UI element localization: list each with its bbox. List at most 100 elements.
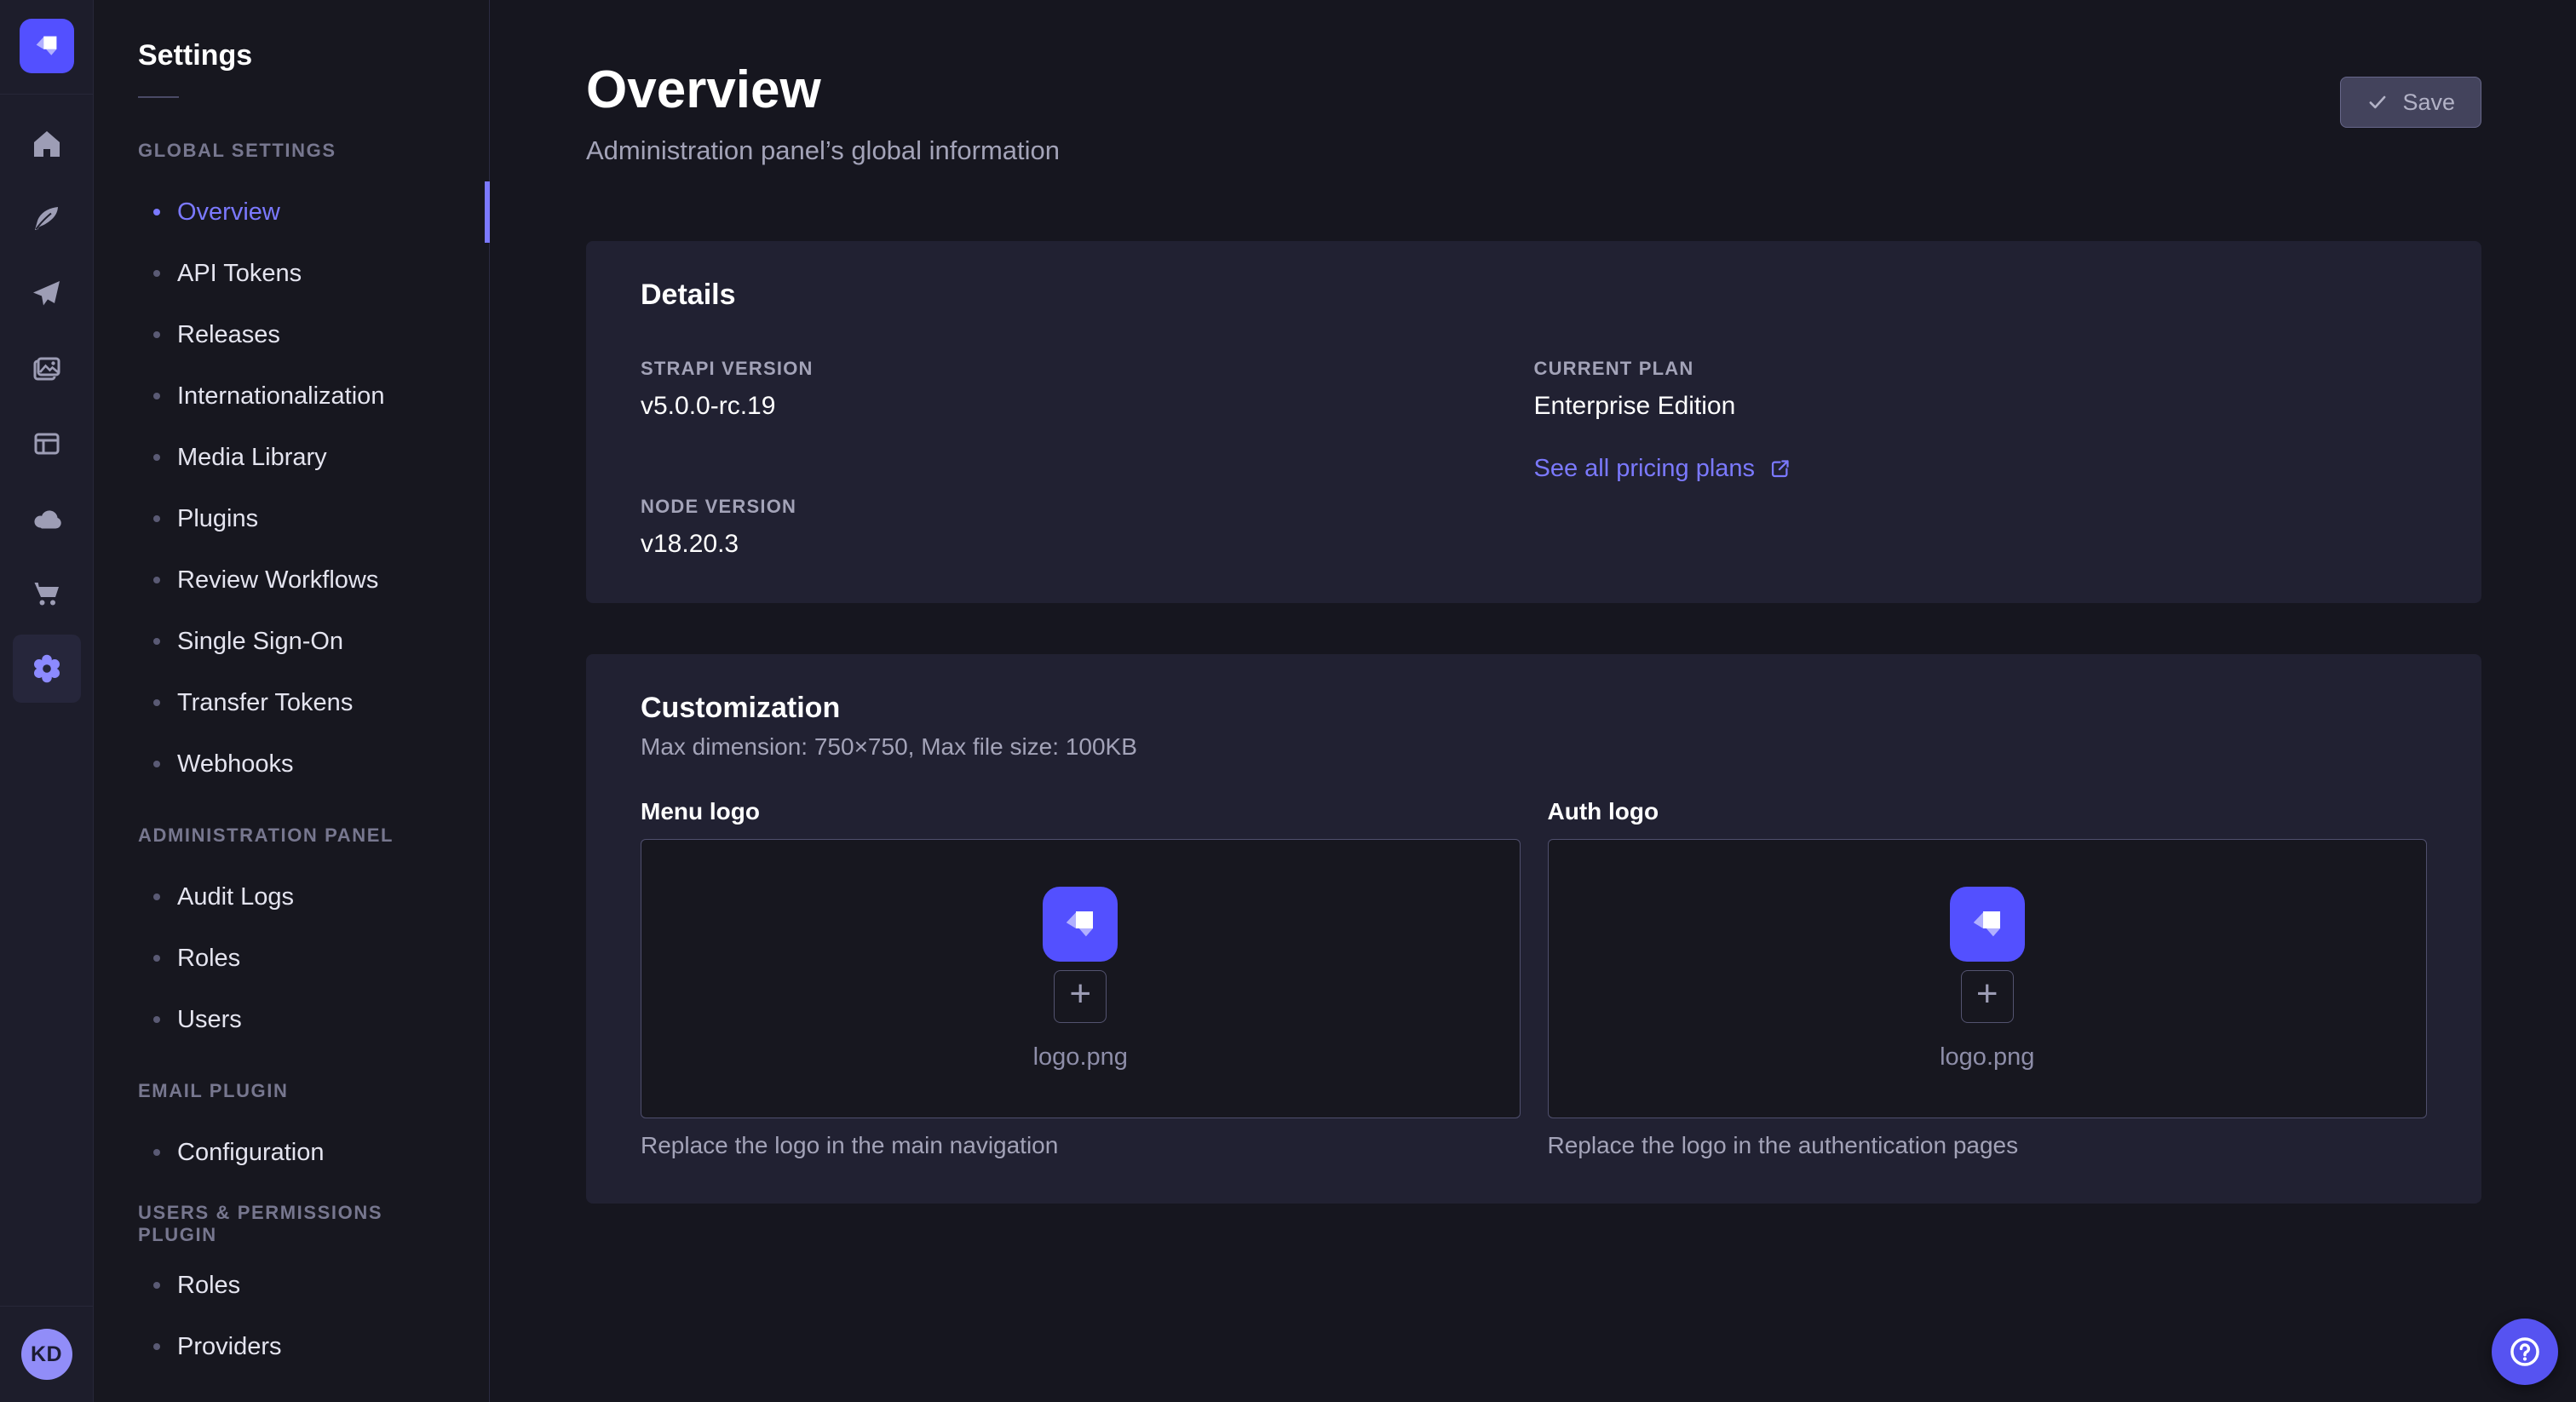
field-value: Enterprise Edition (1534, 392, 2428, 421)
subnav-item-audit-logs[interactable]: Audit Logs (94, 866, 489, 928)
subnav-title-rule (138, 96, 179, 98)
page-subtitle: Administration panel’s global informatio… (586, 135, 1060, 166)
subnav-item-admin-roles[interactable]: Roles (94, 928, 489, 989)
paper-plane-icon (30, 277, 64, 311)
main-content: Overview Administration panel’s global i… (490, 0, 2576, 1402)
strapi-mark-icon (1059, 903, 1101, 945)
field-label: STRAPI VERSION (641, 358, 1534, 380)
menu-logo-filename: logo.png (1033, 1043, 1128, 1072)
save-button-label: Save (2402, 89, 2455, 116)
section-label: EMAIL PLUGIN (94, 1060, 489, 1122)
subnav-item-email-configuration[interactable]: Configuration (94, 1122, 489, 1183)
user-avatar[interactable]: KD (21, 1329, 72, 1380)
page-title: Overview (586, 60, 1060, 120)
rail-item-content-type-builder[interactable] (13, 410, 81, 478)
gear-icon (30, 652, 64, 686)
add-menu-logo-button[interactable]: + (1054, 970, 1107, 1023)
subnav-item-transfer-tokens[interactable]: Transfer Tokens (94, 672, 489, 733)
subnav-title: Settings (138, 39, 445, 72)
strapi-logo[interactable] (20, 19, 74, 73)
workspace-logo-wrap (20, 0, 74, 94)
pricing-plans-link[interactable]: See all pricing plans (1534, 455, 1792, 483)
subnav-item-up-roles[interactable]: Roles (94, 1255, 489, 1316)
logo-uploads: Menu logo + logo.png (641, 798, 2427, 1159)
feather-pen-icon (30, 202, 64, 236)
subnav-item-internationalization[interactable]: Internationalization (94, 365, 489, 427)
home-icon (30, 127, 64, 161)
bullet-icon (153, 699, 160, 706)
images-icon (30, 352, 64, 386)
help-icon (2506, 1333, 2544, 1370)
auth-logo-preview (1950, 887, 2025, 962)
details-card-title: Details (641, 279, 2427, 312)
app-root: KD Settings GLOBAL SETTINGS Overview API… (0, 0, 2576, 1402)
section-users-permissions-plugin: USERS & PERMISSIONS PLUGIN Roles Provide… (94, 1193, 489, 1377)
page-header-text: Overview Administration panel’s global i… (586, 60, 1060, 166)
bullet-icon (153, 1282, 160, 1289)
bullet-icon (153, 1343, 160, 1350)
section-administration-panel: ADMINISTRATION PANEL Audit Logs Roles Us… (94, 805, 489, 1050)
help-button[interactable] (2492, 1319, 2558, 1385)
rail-item-releases[interactable] (13, 260, 81, 328)
field-label: NODE VERSION (641, 496, 1534, 518)
field-label: CURRENT PLAN (1534, 358, 2428, 380)
auth-logo-dropzone[interactable]: + logo.png (1548, 839, 2428, 1118)
main-nav-rail: KD (0, 0, 94, 1402)
subnav-item-up-providers[interactable]: Providers (94, 1316, 489, 1377)
subnav-item-single-sign-on[interactable]: Single Sign-On (94, 611, 489, 672)
save-button[interactable]: Save (2340, 77, 2481, 128)
strapi-mark-icon (31, 30, 63, 62)
rail-item-marketplace[interactable] (13, 560, 81, 628)
add-auth-logo-button[interactable]: + (1961, 970, 2014, 1023)
subnav-item-media-library[interactable]: Media Library (94, 427, 489, 488)
section-label: GLOBAL SETTINGS (94, 120, 489, 181)
rail-divider-bottom (0, 1306, 93, 1307)
field-strapi-version: STRAPI VERSION v5.0.0-rc.19 (641, 358, 1534, 421)
bullet-icon (153, 209, 160, 215)
subnav-header: Settings (94, 0, 489, 98)
plus-icon: + (1976, 975, 1998, 1013)
check-icon (2366, 91, 2389, 113)
rail-item-settings[interactable] (13, 635, 81, 703)
cart-icon (30, 577, 64, 611)
subnav-item-api-tokens[interactable]: API Tokens (94, 243, 489, 304)
bullet-icon (153, 1016, 160, 1023)
settings-subnav: Settings GLOBAL SETTINGS Overview API To… (94, 0, 490, 1402)
bullet-icon (153, 393, 160, 399)
subnav-item-plugins[interactable]: Plugins (94, 488, 489, 549)
details-card: Details STRAPI VERSION v5.0.0-rc.19 CURR… (586, 241, 2481, 603)
bullet-icon (153, 893, 160, 900)
section-label: USERS & PERMISSIONS PLUGIN (94, 1193, 489, 1255)
subnav-item-admin-users[interactable]: Users (94, 989, 489, 1050)
rail-item-deploy[interactable] (13, 485, 81, 553)
auth-logo-upload: Auth logo + logo.png (1548, 798, 2428, 1159)
bullet-icon (153, 270, 160, 277)
subnav-item-releases[interactable]: Releases (94, 304, 489, 365)
rail-divider (0, 94, 93, 95)
section-email-plugin: EMAIL PLUGIN Configuration (94, 1060, 489, 1183)
bullet-icon (153, 955, 160, 962)
rail-item-home[interactable] (13, 110, 81, 178)
bullet-icon (153, 515, 160, 522)
auth-logo-filename: logo.png (1940, 1043, 2034, 1072)
subnav-item-overview[interactable]: Overview (94, 181, 489, 243)
rail-item-content-manager[interactable] (13, 185, 81, 253)
menu-logo-upload: Menu logo + logo.png (641, 798, 1521, 1159)
field-value: v18.20.3 (641, 530, 1534, 559)
subnav-item-review-workflows[interactable]: Review Workflows (94, 549, 489, 611)
menu-logo-caption: Replace the logo in the main navigation (641, 1132, 1521, 1159)
upload-label: Auth logo (1548, 798, 2428, 825)
customization-card-subtitle: Max dimension: 750×750, Max file size: 1… (641, 733, 2427, 761)
external-link-icon (1768, 457, 1791, 480)
menu-logo-dropzone[interactable]: + logo.png (641, 839, 1521, 1118)
auth-logo-caption: Replace the logo in the authentication p… (1548, 1132, 2428, 1159)
rail-footer: KD (0, 1306, 93, 1402)
section-label: ADMINISTRATION PANEL (94, 805, 489, 866)
subnav-item-webhooks[interactable]: Webhooks (94, 733, 489, 795)
bullet-icon (153, 1149, 160, 1156)
strapi-mark-icon (1966, 903, 2009, 945)
rail-menu (13, 110, 81, 703)
rail-item-media-library[interactable] (13, 335, 81, 403)
pricing-plans-link-label: See all pricing plans (1534, 455, 1756, 483)
upload-label: Menu logo (641, 798, 1521, 825)
